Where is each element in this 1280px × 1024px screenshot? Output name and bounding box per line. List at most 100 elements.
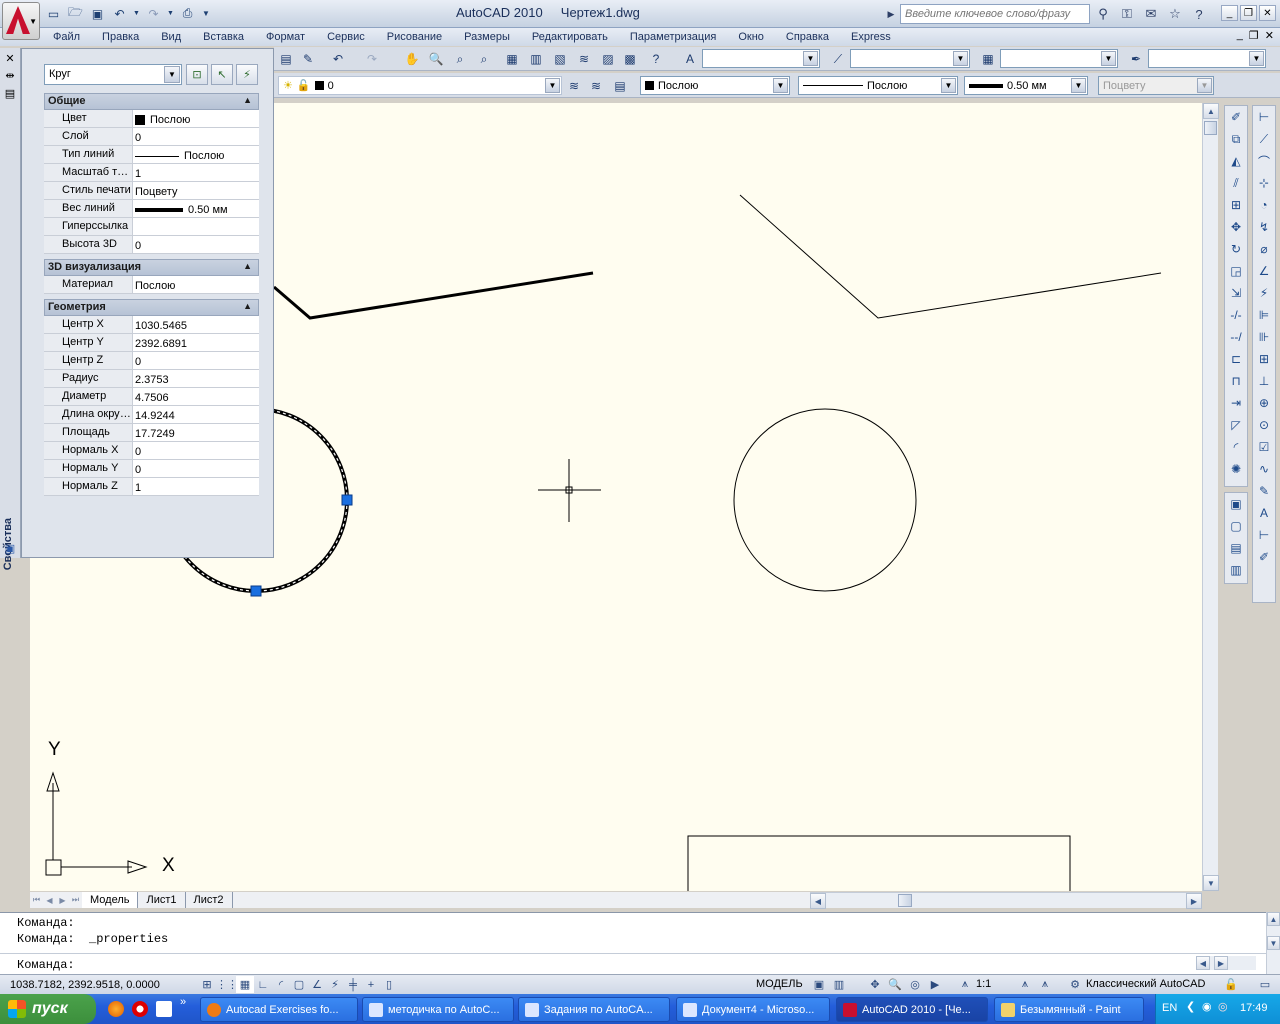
erase-icon[interactable]: ✐ <box>1225 106 1247 128</box>
last-tab-icon[interactable]: ⏭ <box>69 893 82 907</box>
palette-title-strip[interactable]: ✕ ⇹ ▤ Свойства ▣ <box>0 48 21 570</box>
property-row[interactable]: Нормаль Y0 <box>44 460 259 478</box>
steering-wheel-icon[interactable]: ◎ <box>906 976 924 993</box>
zoom-window-icon[interactable]: ⌕ <box>450 49 470 69</box>
property-row[interactable]: Стиль печати Поцвету <box>44 182 259 200</box>
move-icon[interactable]: ✥ <box>1225 216 1247 238</box>
palette-menu-icon[interactable]: ▤ <box>3 86 17 100</box>
jogged-icon[interactable]: ↯ <box>1253 216 1275 238</box>
binoculars-icon[interactable]: ⚲ <box>1092 3 1114 25</box>
lineweight-select[interactable]: 0.50 мм ▼ <box>964 76 1088 95</box>
inspect-icon[interactable]: ☑ <box>1253 436 1275 458</box>
angular-icon[interactable]: ∠ <box>1253 260 1275 282</box>
property-value[interactable]: 0 <box>133 352 259 369</box>
center-mark-icon[interactable]: ⊙ <box>1253 414 1275 436</box>
language-indicator[interactable]: EN <box>1162 1002 1177 1014</box>
menu-window[interactable]: Окно <box>727 31 775 43</box>
toggle-pickadd-icon[interactable]: ⊡ <box>186 64 208 85</box>
property-row[interactable]: Вес линий 0.50 мм <box>44 200 259 218</box>
restore-icon[interactable]: ❐ <box>1240 5 1257 21</box>
command-prompt[interactable]: Команда: <box>17 958 75 972</box>
vertical-scrollbar[interactable]: ▲ ▼ <box>1202 103 1219 891</box>
property-value[interactable]: 2392.6891 <box>133 334 259 351</box>
bring-to-front-icon[interactable]: ▣ <box>1225 493 1247 515</box>
annotation-scale-value[interactable]: 1:1 <box>976 978 991 990</box>
infer-constraints-icon[interactable]: ⊞ <box>198 976 216 993</box>
workspace-gear-icon[interactable]: ⚙ <box>1066 976 1084 993</box>
scroll-down-icon[interactable]: ▼ <box>1267 936 1280 950</box>
command-scrollbar[interactable]: ▲ ▼ <box>1266 912 1280 974</box>
auto-hide-icon[interactable]: ⇹ <box>3 68 17 82</box>
command-hscroll[interactable]: ◀ ▶ <box>1196 956 1256 970</box>
table-style-select[interactable]: ▼ <box>1000 49 1118 68</box>
rotate-icon[interactable]: ↻ <box>1225 238 1247 260</box>
lineweight-display-icon[interactable]: + <box>362 976 380 993</box>
make-current-layer-icon[interactable]: ≋ <box>564 76 584 96</box>
start-button[interactable]: пуск <box>0 994 96 1024</box>
redo-icon[interactable]: ↷ <box>362 49 382 69</box>
menu-express[interactable]: Express <box>840 31 902 43</box>
tray-arrow-icon[interactable]: ❮ <box>1186 1000 1195 1013</box>
property-row[interactable]: Диаметр 4.7506 <box>44 388 259 406</box>
scroll-left-icon[interactable]: ◀ <box>810 893 826 909</box>
offset-icon[interactable]: ⫽ <box>1225 172 1247 194</box>
mirror-icon[interactable]: ◭ <box>1225 150 1247 172</box>
quick-view-layouts-icon[interactable]: ▣ <box>810 976 828 993</box>
network-icon[interactable]: ◉ <box>1202 1000 1212 1013</box>
diameter-icon[interactable]: ⌀ <box>1253 238 1275 260</box>
break-at-point-icon[interactable]: ⊏ <box>1225 348 1247 370</box>
text-style-select[interactable]: ▼ <box>702 49 820 68</box>
undo-icon[interactable]: ↶ <box>328 49 348 69</box>
prev-tab-icon[interactable]: ◀ <box>43 893 56 907</box>
text-style-icon[interactable]: A <box>680 49 700 69</box>
task-button[interactable]: Autocad Exercises fo... <box>200 997 358 1022</box>
favorites-star-icon[interactable]: ☆ <box>1164 3 1186 25</box>
menu-format[interactable]: Формат <box>255 31 316 43</box>
layer-previous-icon[interactable]: ≋ <box>586 76 606 96</box>
quick-properties-icon[interactable]: ▯ <box>380 976 398 993</box>
property-value[interactable]: 0 <box>133 128 259 145</box>
color-select[interactable]: Послою ▼ <box>640 76 790 95</box>
copy-icon[interactable]: ⧉ <box>1225 128 1247 150</box>
property-value[interactable]: Послою <box>133 276 259 293</box>
property-value[interactable]: Послою <box>133 146 259 163</box>
extend-icon[interactable]: --/ <box>1225 326 1247 348</box>
match-properties-icon[interactable]: ✎ <box>298 49 318 69</box>
dim-update-icon[interactable]: ⊢ <box>1253 524 1275 546</box>
array-icon[interactable]: ⊞ <box>1225 194 1247 216</box>
clock[interactable]: 17:49 <box>1240 1002 1268 1014</box>
tolerance-icon[interactable]: ⊕ <box>1253 392 1275 414</box>
property-row[interactable]: Цвет Послою <box>44 110 259 128</box>
scroll-left-icon[interactable]: ◀ <box>1196 956 1210 970</box>
explode-icon[interactable]: ✺ <box>1225 458 1247 480</box>
multileader-style-select[interactable]: ▼ <box>1148 49 1266 68</box>
menu-help[interactable]: Справка <box>775 31 840 43</box>
linear-dim-icon[interactable]: ⊢ <box>1253 106 1275 128</box>
property-row[interactable]: Нормаль X0 <box>44 442 259 460</box>
menu-draw[interactable]: Рисование <box>376 31 453 43</box>
property-row[interactable]: Длина окружн...14.9244 <box>44 406 259 424</box>
zoom-previous-icon[interactable]: ⌕ <box>474 49 494 69</box>
annotation-scale-icon[interactable]: ⩚ <box>956 976 974 993</box>
menu-parametric[interactable]: Параметризация <box>619 31 727 43</box>
doc-restore-icon[interactable]: ❐ <box>1249 29 1259 42</box>
fillet-icon[interactable]: ◜ <box>1225 436 1247 458</box>
opera-tray-icon[interactable]: ◎ <box>1218 1000 1228 1013</box>
property-value[interactable]: 2.3753 <box>133 370 259 387</box>
quick-dim-icon[interactable]: ⚡ <box>1253 282 1275 304</box>
select-objects-icon[interactable]: ↖ <box>211 64 233 85</box>
showmotion-icon[interactable]: ▶ <box>926 976 944 993</box>
help-icon[interactable]: ? <box>646 49 666 69</box>
ducs-icon[interactable]: ⚡ <box>326 976 344 993</box>
property-value[interactable]: 17.7249 <box>133 424 259 441</box>
redo-dropdown-icon[interactable]: ▼ <box>166 4 175 23</box>
command-line[interactable]: Команда: Команда: _properties Команда: <box>0 912 1266 974</box>
property-row[interactable]: Центр Y 2392.6891 <box>44 334 259 352</box>
property-row[interactable]: Площадь 17.7249 <box>44 424 259 442</box>
grid-display-icon[interactable]: ▦ <box>236 976 254 993</box>
property-value[interactable]: 0 <box>133 460 259 477</box>
scroll-up-icon[interactable]: ▲ <box>1203 103 1219 119</box>
acrobat-icon[interactable] <box>156 1001 172 1017</box>
property-value[interactable]: 4.7506 <box>133 388 259 405</box>
scroll-right-icon[interactable]: ▶ <box>1214 956 1228 970</box>
